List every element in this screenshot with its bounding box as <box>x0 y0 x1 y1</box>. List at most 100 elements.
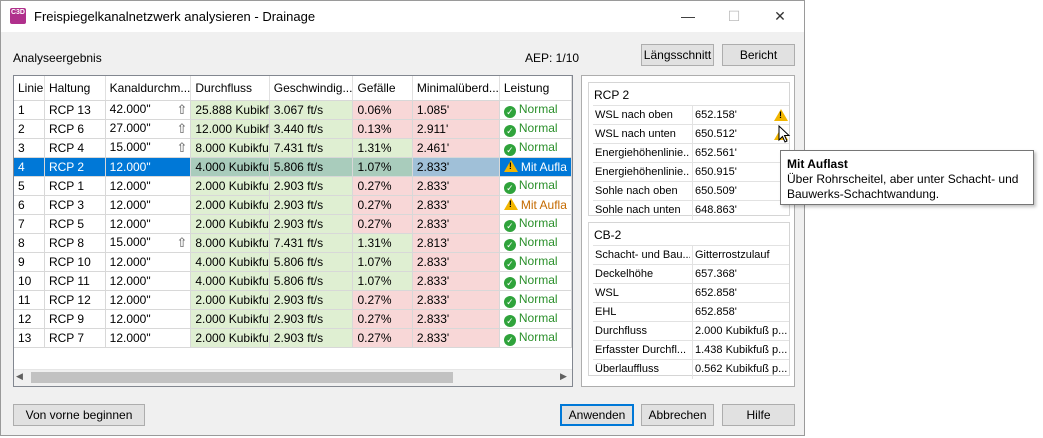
property-key: Energiehöhenlinie... <box>595 166 690 178</box>
velocity-cell: 2.903 ft/s <box>269 195 354 215</box>
performance-cell: ✓ Normal <box>499 119 572 139</box>
table-row[interactable]: 4 RCP 2 12.000" 4.000 Kubikfu 5.806 ft/s 1.07… <box>14 157 572 177</box>
pipe-name-cell: RCP 12 <box>44 290 106 310</box>
table-row[interactable]: 5 RCP 1 12.000" 2.000 Kubikfu 2.903 ft/s 0.27… <box>14 176 572 196</box>
slope-cell: 0.13% <box>352 119 413 139</box>
pipe-name-cell: RCP 11 <box>44 271 106 291</box>
property-value: 2.000 Kubikfuß p... <box>695 325 787 337</box>
scrollbar-thumb[interactable] <box>31 372 453 383</box>
warning-icon[interactable] <box>774 109 788 121</box>
tooltip-text: Über Rohrscheitel, aber unter Schacht- u… <box>787 172 1019 201</box>
property-row: Überlauffluss 0.562 Kubikfuß p... <box>593 359 789 379</box>
property-value: 650.915' <box>695 166 737 178</box>
property-row: Schacht- und Bau... Gitterrostzulauf <box>593 245 789 265</box>
property-key: Energiehöhenlinie... <box>595 147 690 159</box>
pipe-name-cell: RCP 13 <box>44 100 106 120</box>
help-button[interactable]: Hilfe <box>722 404 795 426</box>
size-up-arrow-icon: ⇧ <box>176 234 188 250</box>
column-header[interactable]: Gefälle <box>352 76 413 101</box>
performance-cell: ✓ Normal <box>499 176 572 196</box>
diameter-cell: ⇧ 27.000" <box>105 119 192 139</box>
slope-cell: 1.31% <box>352 233 413 253</box>
property-row: Deckelhöhe 657.368' <box>593 264 789 284</box>
diameter-cell: 12.000" <box>105 290 192 310</box>
scroll-left-icon[interactable]: ◀ <box>16 371 23 382</box>
check-circle-icon: ✓ <box>503 333 516 346</box>
column-header[interactable]: Minimalüberd... <box>412 76 500 101</box>
flow-cell: 2.000 Kubikfu <box>190 309 270 329</box>
results-grid[interactable]: Linie Haltung Kanaldurchm... Durchfluss Gesc… <box>13 75 573 387</box>
column-header[interactable]: Durchfluss <box>190 76 270 101</box>
apply-button[interactable]: Anwenden <box>560 404 634 426</box>
flow-cell: 2.000 Kubikfu <box>190 176 270 196</box>
min-cover-cell: 2.813' <box>412 233 500 253</box>
performance-label: Normal <box>518 310 558 325</box>
table-row[interactable]: 7 RCP 5 12.000" 2.000 Kubikfu 2.903 ft/s 0.27… <box>14 214 572 234</box>
flow-cell: 8.000 Kubikfu <box>190 138 270 158</box>
table-row[interactable]: 10 RCP 11 12.000" 4.000 Kubikfu 5.806 ft/s 1.… <box>14 271 572 291</box>
diameter-value: 12.000" <box>109 311 151 326</box>
diameter-value: 12.000" <box>109 159 151 174</box>
table-row[interactable]: 11 RCP 12 12.000" 2.000 Kubikfu 2.903 ft/s 0.… <box>14 290 572 310</box>
column-header[interactable]: Geschwindig... <box>269 76 354 101</box>
line-number-cell: 10 <box>14 271 45 291</box>
restart-button[interactable]: Von vorne beginnen <box>13 404 145 426</box>
diameter-value: 15.000" <box>109 139 151 154</box>
velocity-cell: 3.067 ft/s <box>269 100 354 120</box>
slope-cell: 1.07% <box>352 157 413 177</box>
diameter-cell: 12.000" <box>105 176 192 196</box>
property-key: Überlauffluss <box>595 363 659 375</box>
line-number-cell: 2 <box>14 119 45 139</box>
pipe-name-cell: RCP 8 <box>44 233 106 253</box>
velocity-cell: 5.806 ft/s <box>269 157 354 177</box>
performance-cell: ✓ Normal <box>499 138 572 158</box>
column-header[interactable]: Linie <box>14 76 45 101</box>
table-row[interactable]: 12 RCP 9 12.000" 2.000 Kubikfu 2.903 ft/s 0.2… <box>14 309 572 329</box>
pipe-name-cell: RCP 2 <box>44 157 106 177</box>
diameter-cell: 12.000" <box>105 309 192 329</box>
velocity-cell: 2.903 ft/s <box>269 328 354 348</box>
close-button[interactable]: ✕ <box>757 1 803 32</box>
min-cover-cell: 2.833' <box>412 195 500 215</box>
flow-cell: 25.888 Kubikf <box>190 100 270 120</box>
table-row[interactable]: 6 RCP 3 12.000" 2.000 Kubikfu 2.903 ft/s 0.27… <box>14 195 572 215</box>
cancel-button[interactable]: Abbrechen <box>641 404 714 426</box>
title-bar[interactable]: C3D Freispiegelkanalnetzwerk analysieren… <box>1 1 804 32</box>
check-circle-icon: ✓ <box>503 276 516 289</box>
diameter-value: 12.000" <box>109 197 151 212</box>
min-cover-cell: 2.833' <box>412 214 500 234</box>
line-number-cell: 6 <box>14 195 45 215</box>
report-button[interactable]: Bericht <box>722 44 795 66</box>
pipe-name-cell: RCP 6 <box>44 119 106 139</box>
performance-label: Normal <box>518 101 558 116</box>
velocity-cell: 7.431 ft/s <box>269 138 354 158</box>
performance-label: Normal <box>518 177 558 192</box>
table-row[interactable]: 3 RCP 4 ⇧ 15.000" 8.000 Kubikfu 7.431 ft/s 1.3… <box>14 138 572 158</box>
maximize-button[interactable]: ☐ <box>711 1 757 32</box>
min-cover-cell: 2.833' <box>412 328 500 348</box>
table-row[interactable]: 9 RCP 10 12.000" 4.000 Kubikfu 5.806 ft/s 1.0… <box>14 252 572 272</box>
property-key: Sohle nach oben <box>595 185 678 197</box>
pipe-details-group: RCP 2 WSL nach oben652.158'WSL nach unte… <box>588 82 790 220</box>
table-row[interactable]: 1 RCP 13 ⇧ 42.000" 25.888 Kubikf 3.067 ft/s 0.… <box>14 100 572 120</box>
line-number-cell: 4 <box>14 157 45 177</box>
property-key: Sohle nach unten <box>595 204 681 216</box>
min-cover-cell: 2.833' <box>412 290 500 310</box>
pipe-name-cell: RCP 3 <box>44 195 106 215</box>
horizontal-scrollbar[interactable]: ◀ ▶ <box>14 369 572 386</box>
property-value: 650.509' <box>695 185 737 197</box>
table-row[interactable]: 2 RCP 6 ⇧ 27.000" 12.000 Kubikf 3.440 ft/s 0.1… <box>14 119 572 139</box>
velocity-cell: 5.806 ft/s <box>269 271 354 291</box>
table-row[interactable]: 8 RCP 8 ⇧ 15.000" 8.000 Kubikfu 7.431 ft/s 1.3… <box>14 233 572 253</box>
results-table: Linie Haltung Kanaldurchm... Durchfluss Gesc… <box>14 76 572 348</box>
column-header[interactable]: Haltung <box>44 76 106 101</box>
performance-cell: Mit Aufla <box>499 195 572 215</box>
pipe-name-cell: RCP 5 <box>44 214 106 234</box>
column-header[interactable]: Leistung <box>499 76 572 101</box>
minimize-button[interactable]: — <box>665 1 711 32</box>
table-row[interactable]: 13 RCP 7 12.000" 2.000 Kubikfu 2.903 ft/s 0.2… <box>14 328 572 348</box>
pipe-details-title: RCP 2 <box>594 88 630 102</box>
profile-button[interactable]: Längsschnitt <box>641 44 714 66</box>
scroll-right-icon[interactable]: ▶ <box>560 371 567 382</box>
column-header[interactable]: Kanaldurchm... <box>105 76 192 101</box>
